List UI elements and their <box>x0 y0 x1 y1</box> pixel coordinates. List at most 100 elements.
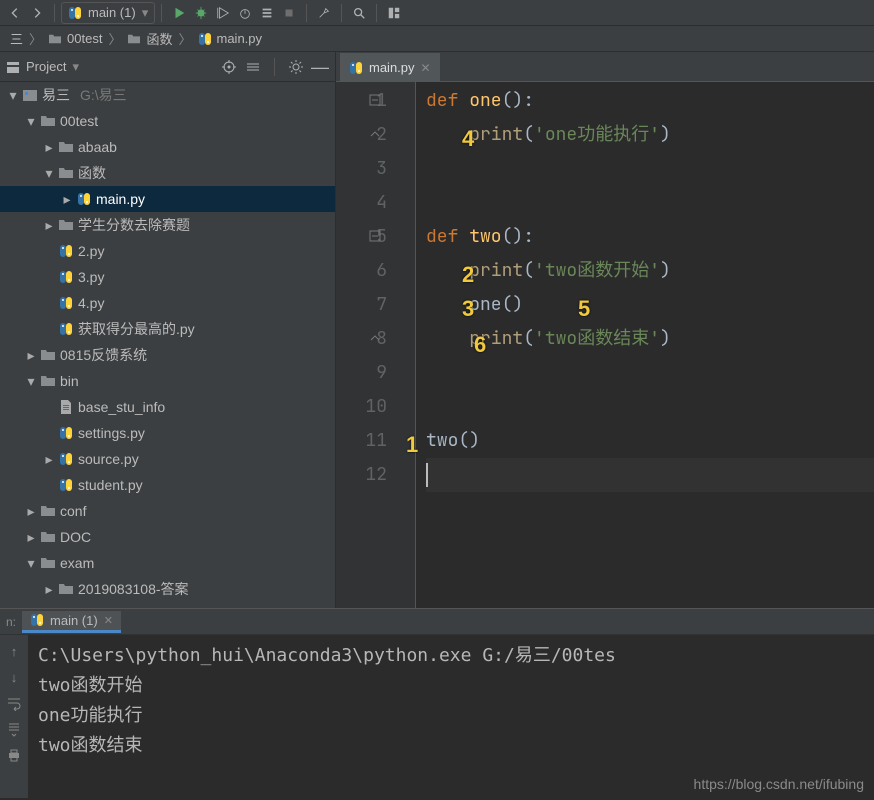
folder-icon <box>40 374 56 388</box>
gutter-line[interactable]: 1 <box>336 84 387 118</box>
tree-item[interactable]: abaab <box>0 134 335 160</box>
fold-icon[interactable] <box>369 94 383 108</box>
tree-item[interactable]: conf <box>0 498 335 524</box>
breadcrumb-item[interactable]: 00test <box>44 31 106 46</box>
gutter-line[interactable]: 3 <box>336 152 387 186</box>
close-icon[interactable]: ✕ <box>421 61 431 75</box>
back-button[interactable] <box>4 2 26 24</box>
tree-item-label: 0815反馈系统 <box>60 345 147 365</box>
down-button[interactable]: ↓ <box>4 667 24 687</box>
chevron-icon[interactable] <box>26 113 36 130</box>
structure-button[interactable] <box>383 2 405 24</box>
profile-button[interactable] <box>234 2 256 24</box>
chevron-icon[interactable] <box>26 347 36 364</box>
editor-gutter[interactable]: 123456789101112 <box>336 82 416 608</box>
gutter-line[interactable]: 4 <box>336 186 387 220</box>
forward-button[interactable] <box>26 2 48 24</box>
run-button[interactable] <box>168 2 190 24</box>
concurrent-button[interactable] <box>256 2 278 24</box>
run-config-label: main (1) <box>88 5 136 20</box>
close-icon[interactable]: ✕ <box>104 614 113 627</box>
breadcrumb: 三 〉 00test 〉 函数 〉 main.py <box>0 26 874 52</box>
soft-wrap-button[interactable] <box>4 693 24 713</box>
tree-item[interactable]: base_stu_info <box>0 394 335 420</box>
gutter-line[interactable]: 9 <box>336 356 387 390</box>
project-tree[interactable]: 易三G:\易三00testabaab 函数 main.py学生分数去除赛题2.py 3… <box>0 82 335 608</box>
tree-item[interactable]: source.py <box>0 446 335 472</box>
gutter-line[interactable]: 6 <box>336 254 387 288</box>
fold-icon[interactable] <box>369 128 383 142</box>
project-header: Project ▾ — <box>0 52 335 82</box>
console-output[interactable]: C:\Users\python_hui\Anaconda3\python.exe… <box>28 635 874 798</box>
run-tab[interactable]: main (1) ✕ <box>22 611 121 633</box>
coverage-button[interactable] <box>212 2 234 24</box>
tree-item[interactable]: 0815反馈系统 <box>0 342 335 368</box>
tree-item[interactable]: 2.py <box>0 238 335 264</box>
up-button[interactable]: ↑ <box>4 641 24 661</box>
print-button[interactable] <box>4 745 24 765</box>
tree-item[interactable]: student.py <box>0 472 335 498</box>
search-button[interactable] <box>348 2 370 24</box>
tree-item[interactable]: exam <box>0 550 335 576</box>
gutter-line[interactable]: 2 <box>336 118 387 152</box>
collapse-button[interactable] <box>244 58 262 76</box>
chevron-icon[interactable] <box>8 87 18 104</box>
tree-item[interactable]: DOC <box>0 524 335 550</box>
gutter-line[interactable]: 10 <box>336 390 387 424</box>
breadcrumb-item[interactable]: 三 <box>6 29 27 48</box>
tree-item[interactable]: 3.py <box>0 264 335 290</box>
fold-icon[interactable] <box>369 332 383 346</box>
chevron-icon[interactable] <box>44 165 54 182</box>
tree-item[interactable]: 易三G:\易三 <box>0 82 335 108</box>
chevron-icon[interactable] <box>26 503 36 520</box>
tree-item[interactable]: 2019083108-答案 <box>0 576 335 602</box>
folder-icon <box>40 530 56 544</box>
chevron-icon[interactable] <box>44 139 54 156</box>
chevron-icon[interactable] <box>44 217 54 234</box>
tree-item-label: 获取得分最高的.py <box>78 319 195 339</box>
debug-button[interactable] <box>190 2 212 24</box>
fold-icon[interactable] <box>369 230 383 244</box>
tree-item[interactable]: 获取得分最高的.py <box>0 316 335 342</box>
project-view-selector[interactable]: Project ▾ <box>6 59 214 75</box>
tree-item-label: 3.py <box>78 269 104 285</box>
chevron-icon[interactable] <box>44 581 54 598</box>
tree-item[interactable]: main.py <box>0 186 335 212</box>
gear-icon[interactable] <box>287 58 305 76</box>
chevron-icon[interactable] <box>26 555 36 572</box>
run-label: n: <box>6 615 16 629</box>
breadcrumb-item[interactable]: 函数 <box>123 29 176 48</box>
tree-item[interactable]: 函数 <box>0 160 335 186</box>
editor-code[interactable]: def one(): print('one功能执行') def two(): p… <box>416 82 874 608</box>
stop-button[interactable] <box>278 2 300 24</box>
folder-icon <box>58 166 74 180</box>
locate-button[interactable] <box>220 58 238 76</box>
editor-tab[interactable]: main.py ✕ <box>340 53 440 81</box>
gutter-line[interactable]: 5 <box>336 220 387 254</box>
chevron-icon[interactable] <box>44 451 54 468</box>
chevron-icon[interactable] <box>26 373 36 390</box>
tree-item[interactable]: settings.py <box>0 420 335 446</box>
gutter-line[interactable]: 11 <box>336 424 387 458</box>
tree-item[interactable]: 4.py <box>0 290 335 316</box>
gutter-line[interactable]: 7 <box>336 288 387 322</box>
python-icon <box>30 613 44 627</box>
tree-item[interactable]: bin <box>0 368 335 394</box>
tree-item[interactable]: 00test <box>0 108 335 134</box>
tree-item-label: 函数 <box>78 163 106 183</box>
chevron-icon[interactable] <box>26 529 36 546</box>
vcs-button[interactable] <box>313 2 335 24</box>
hide-button[interactable]: — <box>311 58 329 76</box>
python-icon <box>58 426 74 440</box>
gutter-line[interactable]: 8 <box>336 322 387 356</box>
project-sidebar: Project ▾ — 易三G:\易三00testabaab 函数 main.py学… <box>0 52 336 608</box>
tree-item-sublabel: G:\易三 <box>80 85 127 105</box>
scroll-button[interactable] <box>4 719 24 739</box>
breadcrumb-item[interactable]: main.py <box>194 31 267 46</box>
python-icon <box>349 61 363 75</box>
gutter-line[interactable]: 12 <box>336 458 387 492</box>
run-configuration-selector[interactable]: main (1) ▾ <box>61 2 155 24</box>
run-side-toolbar: ↑ ↓ <box>0 635 28 798</box>
tree-item[interactable]: 学生分数去除赛题 <box>0 212 335 238</box>
chevron-icon[interactable] <box>62 191 72 208</box>
